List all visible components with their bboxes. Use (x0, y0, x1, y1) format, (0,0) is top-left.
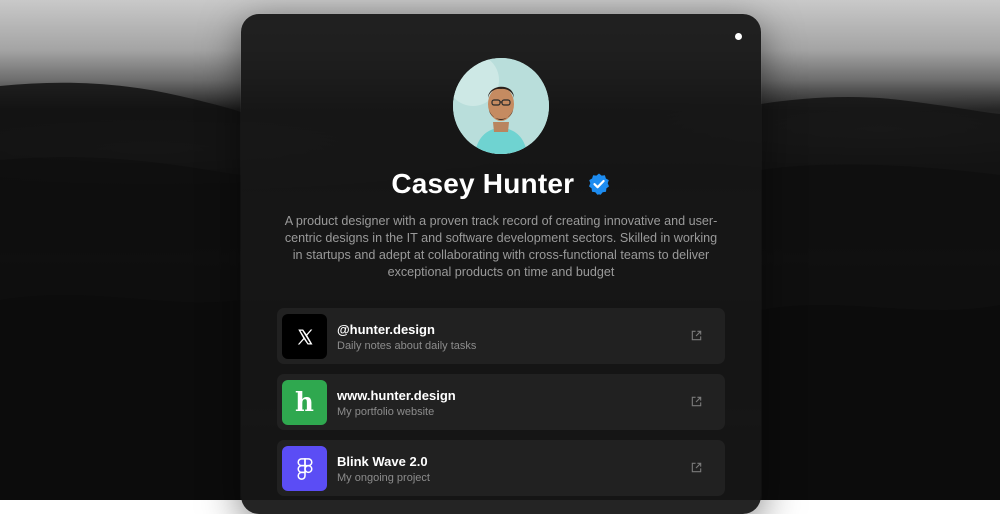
link-subtitle: Daily notes about daily tasks (337, 340, 477, 352)
profile-card: Casey Hunter A product designer with a p… (241, 14, 761, 514)
avatar (453, 58, 549, 154)
profile-bio: A product designer with a proven track r… (284, 214, 718, 279)
h-letter-logo-icon: h (282, 380, 327, 425)
verified-badge-icon (587, 172, 611, 196)
x-logo-icon (282, 314, 327, 359)
link-card-twitter[interactable]: @hunter.design Daily notes about daily t… (277, 308, 725, 364)
h-letter-glyph: h (295, 387, 314, 418)
link-title: www.hunter.design (337, 388, 456, 403)
profile-header: Casey Hunter (241, 168, 761, 200)
external-link-icon (691, 462, 702, 473)
external-link-icon (691, 396, 702, 407)
status-dot (735, 33, 742, 40)
link-subtitle: My ongoing project (337, 472, 430, 484)
link-card-portfolio[interactable]: h www.hunter.design My portfolio website (277, 374, 725, 430)
figma-logo-icon (282, 446, 327, 491)
link-card-project[interactable]: Blink Wave 2.0 My ongoing project (277, 440, 725, 496)
external-link-icon (691, 330, 702, 341)
link-title: @hunter.design (337, 322, 435, 337)
link-subtitle: My portfolio website (337, 406, 435, 418)
profile-name: Casey Hunter (391, 168, 575, 199)
link-title: Blink Wave 2.0 (337, 454, 428, 469)
